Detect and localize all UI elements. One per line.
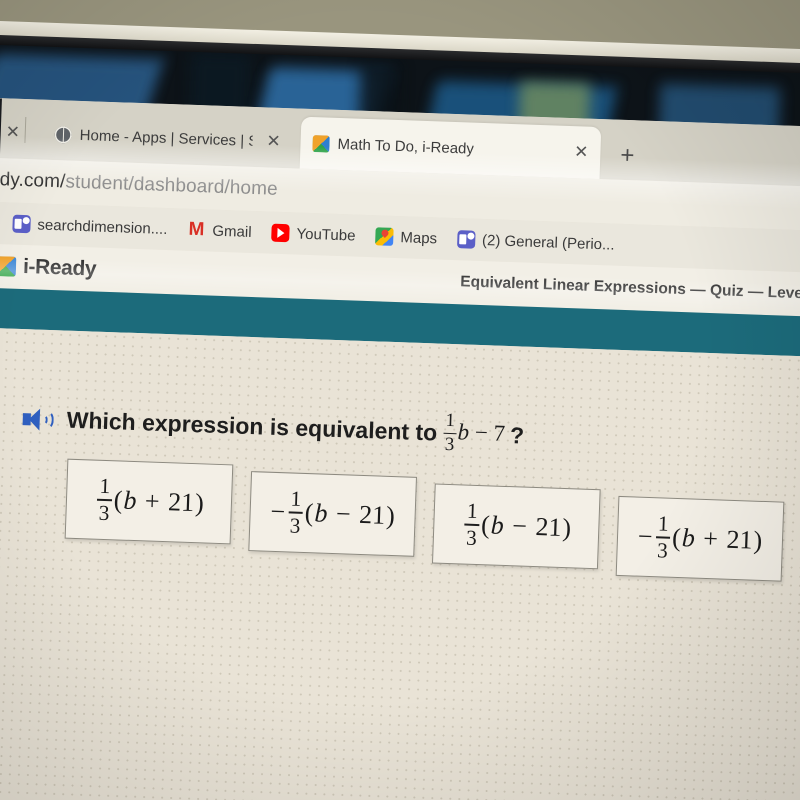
answer-choice-b[interactable]: − 1 3 (b − 21) bbox=[248, 471, 417, 557]
fraction: 1 3 bbox=[287, 486, 303, 538]
url-text: n.i-ready.com/student/dashboard/home bbox=[0, 167, 278, 201]
fraction: 1 3 bbox=[442, 409, 457, 456]
fraction-numerator: 1 bbox=[99, 473, 111, 499]
fraction-numerator: 1 bbox=[445, 409, 456, 432]
fraction-denominator: 3 bbox=[656, 538, 669, 563]
iready-logo[interactable]: i-Ready bbox=[0, 254, 97, 281]
gmail-icon: M bbox=[188, 218, 205, 241]
prompt-text: Which expression is equivalent to bbox=[66, 406, 438, 446]
answer-choice-a[interactable]: 1 3 (b + 21) bbox=[64, 458, 234, 545]
choice-constant: 21 bbox=[534, 512, 562, 542]
bookmark-item[interactable]: (2) General (Perio... bbox=[456, 230, 615, 254]
expression-constant: 7 bbox=[493, 420, 506, 446]
choice-operator: − bbox=[335, 499, 352, 529]
choice-variable: b bbox=[122, 485, 137, 516]
tab-title: Math To Do, i-Ready bbox=[337, 135, 475, 158]
fraction-numerator: 1 bbox=[657, 511, 670, 536]
bookmark-item[interactable]: YouTube bbox=[271, 223, 356, 245]
quiz-title: Equivalent Linear Expressions — Quiz — L… bbox=[460, 273, 800, 303]
answer-choice-c[interactable]: 1 3 (b − 21) bbox=[431, 483, 601, 570]
speaker-icon[interactable] bbox=[22, 406, 55, 433]
question-area: Which expression is equivalent to 1 3 b … bbox=[0, 328, 800, 800]
question-row: Which expression is equivalent to 1 3 b … bbox=[22, 397, 525, 458]
question-prompt: Which expression is equivalent to 1 3 b … bbox=[66, 399, 525, 458]
bookmark-label: Gmail bbox=[212, 222, 252, 241]
choice-sign: − bbox=[270, 496, 286, 527]
screen-content: ublic Sch ✕ Home - Apps | Services | Sit… bbox=[0, 96, 800, 800]
bookmark-label: (2) General (Perio... bbox=[481, 231, 615, 254]
close-icon[interactable]: ✕ bbox=[5, 122, 20, 142]
fraction-denominator: 3 bbox=[465, 525, 478, 550]
fraction-numerator: 1 bbox=[466, 498, 479, 523]
new-tab-button[interactable]: + bbox=[620, 142, 635, 170]
choice-expression: 1 3 (b + 21) bbox=[96, 473, 205, 525]
expression-variable: b bbox=[457, 419, 470, 445]
choice-operator: − bbox=[511, 511, 528, 541]
choice-operator: + bbox=[702, 523, 719, 554]
choice-expression: 1 3 (b − 21) bbox=[464, 498, 572, 550]
maps-icon bbox=[375, 227, 394, 246]
choice-expression: − 1 3 (b − 21) bbox=[270, 486, 396, 538]
question-expression: 1 3 b − 7 bbox=[441, 409, 506, 457]
answer-choice-d[interactable]: − 1 3 (b + 21) bbox=[615, 495, 785, 582]
bookmark-item[interactable]: searchdimension.... bbox=[12, 214, 168, 238]
brand-name: i-Ready bbox=[22, 255, 97, 281]
choice-variable: b bbox=[490, 510, 505, 540]
teams-icon bbox=[456, 230, 476, 249]
youtube-icon bbox=[271, 223, 290, 243]
choice-variable: b bbox=[314, 498, 329, 528]
teams-icon bbox=[12, 214, 31, 234]
url-host: n.i-ready.com/ bbox=[0, 167, 66, 193]
bookmark-item[interactable]: M Gmail bbox=[187, 218, 252, 241]
choice-constant: 21 bbox=[358, 499, 386, 530]
fraction: 1 3 bbox=[655, 511, 671, 563]
expression-operator: − bbox=[474, 419, 489, 446]
bookmark-label: Maps bbox=[400, 228, 438, 247]
bookmark-item[interactable]: Maps bbox=[375, 227, 437, 247]
globe-icon bbox=[54, 125, 73, 144]
choice-expression: − 1 3 (b + 21) bbox=[637, 511, 763, 563]
fraction-numerator: 1 bbox=[290, 486, 302, 511]
iready-cube-icon bbox=[312, 134, 330, 153]
close-icon[interactable]: ✕ bbox=[574, 142, 589, 162]
url-path: student/dashboard/home bbox=[65, 171, 279, 200]
laptop-screen-photo: ublic Sch ✕ Home - Apps | Services | Sit… bbox=[0, 0, 800, 800]
answer-choices: 1 3 (b + 21) − 1 3 (b − 21) 1 3 (b − 21… bbox=[64, 458, 785, 582]
fraction-denominator: 3 bbox=[289, 513, 301, 538]
iready-cube-icon bbox=[0, 256, 17, 277]
choice-constant: 21 bbox=[726, 524, 754, 555]
fraction-denominator: 3 bbox=[98, 500, 110, 525]
choice-operator: + bbox=[144, 486, 161, 516]
browser-tab-1[interactable]: Home - Apps | Services | Sites ✕ bbox=[42, 108, 294, 169]
bookmark-label: searchdimension.... bbox=[37, 215, 168, 238]
fraction: 1 3 bbox=[96, 473, 112, 525]
prompt-suffix: ? bbox=[509, 422, 525, 449]
close-icon[interactable]: ✕ bbox=[266, 131, 281, 151]
bookmark-label: YouTube bbox=[296, 225, 356, 245]
choice-sign: − bbox=[637, 521, 654, 552]
choice-constant: 21 bbox=[167, 487, 195, 518]
fraction: 1 3 bbox=[464, 498, 480, 550]
tab-title: Home - Apps | Services | Sites bbox=[79, 126, 253, 150]
choice-variable: b bbox=[681, 523, 696, 553]
fraction-denominator: 3 bbox=[444, 434, 455, 456]
